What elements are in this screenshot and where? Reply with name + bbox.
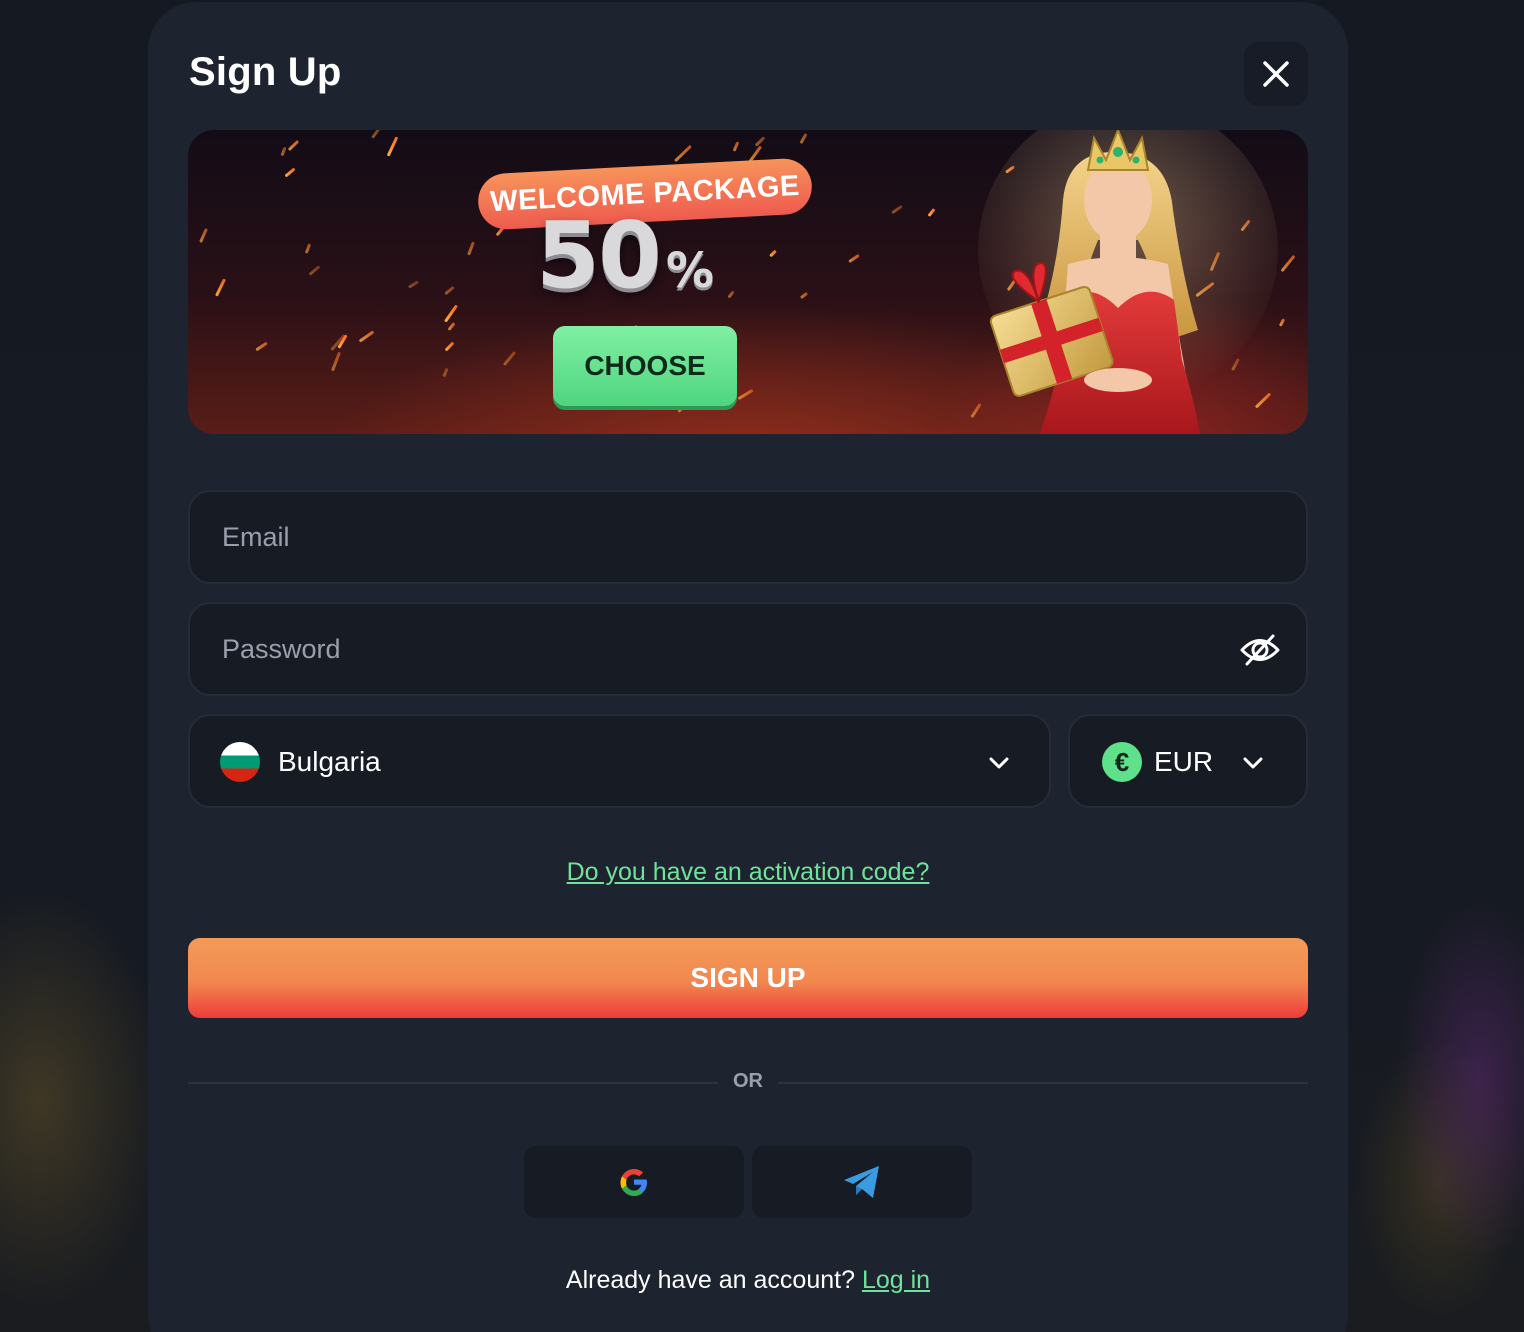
toggle-password-visibility-button[interactable] xyxy=(1238,630,1282,670)
spark xyxy=(199,228,208,243)
spark xyxy=(280,146,287,157)
choose-button[interactable]: CHOOSE xyxy=(553,326,737,406)
bulgaria-flag-icon xyxy=(220,742,260,782)
spark xyxy=(848,253,860,264)
spark xyxy=(444,341,455,352)
or-divider: OR xyxy=(188,1070,1308,1096)
telegram-icon xyxy=(844,1166,879,1198)
percent-sign: % xyxy=(666,243,715,299)
percent-value: 50 xyxy=(536,202,662,309)
signup-button[interactable]: SIGN UP xyxy=(188,938,1308,1018)
dialog-title: Sign Up xyxy=(189,50,342,94)
spark xyxy=(799,291,809,300)
promo-woman-image xyxy=(978,130,1278,434)
email-input[interactable] xyxy=(222,492,1122,582)
country-value: Bulgaria xyxy=(278,746,381,777)
email-field-wrapper xyxy=(188,490,1308,584)
bonus-percent: 50 % xyxy=(536,210,714,302)
signup-modal: Sign Up WELCOME PACKAGE 50 % CHOOSE Emai… xyxy=(148,2,1348,1332)
login-prompt: Already have an account? Log in xyxy=(148,1266,1348,1295)
activation-code-link[interactable]: Do you have an activation code? xyxy=(567,858,930,886)
country-select[interactable]: Bulgaria xyxy=(188,714,1051,808)
spark xyxy=(467,241,475,256)
telegram-login-button[interactable] xyxy=(752,1146,972,1218)
activation-code-row: Do you have an activation code? xyxy=(148,858,1348,887)
password-field-wrapper xyxy=(188,602,1308,696)
spark xyxy=(737,388,754,401)
euro-icon: € xyxy=(1102,742,1142,782)
spark xyxy=(502,351,517,366)
password-input[interactable] xyxy=(222,604,1122,694)
currency-value: EUR xyxy=(1154,746,1214,777)
spark xyxy=(308,265,321,276)
spark xyxy=(447,322,456,331)
spark xyxy=(331,351,341,372)
google-login-button[interactable] xyxy=(524,1146,744,1218)
close-button[interactable] xyxy=(1244,42,1308,106)
spark xyxy=(214,278,227,297)
spark xyxy=(386,136,399,157)
spark xyxy=(727,290,735,299)
close-icon xyxy=(1263,61,1289,87)
login-link[interactable]: Log in xyxy=(862,1266,930,1294)
spark xyxy=(891,204,903,215)
spark xyxy=(284,167,296,178)
login-prompt-text: Already have an account? xyxy=(565,1266,855,1294)
google-icon xyxy=(620,1169,647,1196)
spark xyxy=(358,330,375,343)
spark xyxy=(442,367,449,378)
spark xyxy=(371,130,383,139)
spark xyxy=(799,132,808,145)
or-text: OR xyxy=(733,1070,763,1092)
spark xyxy=(304,243,312,254)
spark xyxy=(408,280,419,289)
euro-symbol: € xyxy=(1114,746,1130,777)
spark xyxy=(444,304,458,323)
chevron-down-icon xyxy=(1243,757,1263,769)
spark xyxy=(732,141,740,152)
spark xyxy=(255,341,268,352)
spark xyxy=(444,285,455,296)
choose-button-label: CHOOSE xyxy=(584,350,706,381)
welcome-banner[interactable]: WELCOME PACKAGE 50 % CHOOSE xyxy=(188,130,1308,434)
spark xyxy=(674,144,692,163)
spark xyxy=(927,208,936,217)
signup-button-label: SIGN UP xyxy=(690,962,806,993)
spark xyxy=(287,139,300,152)
chevron-down-icon xyxy=(989,757,1009,769)
spark xyxy=(769,249,777,258)
currency-select[interactable]: € EUR xyxy=(1068,714,1308,808)
eye-slash-icon xyxy=(1240,634,1280,666)
